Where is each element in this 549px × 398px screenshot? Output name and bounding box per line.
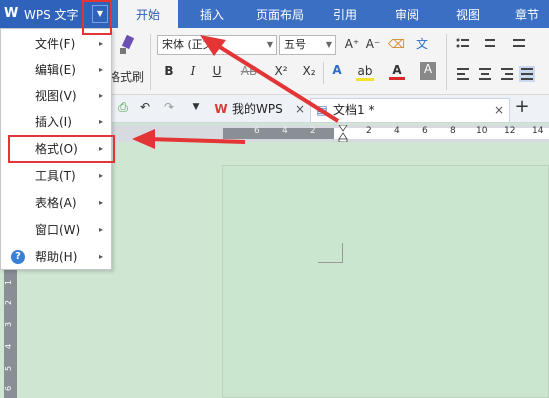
menu-item-label: 插入(I) [35, 115, 72, 129]
ruler-margin-left [223, 128, 334, 139]
tab-view[interactable]: 视图 [446, 0, 490, 28]
ribbon-divider [446, 34, 447, 90]
menu-item-edit[interactable]: 编辑(E) ▸ [1, 57, 111, 83]
submenu-arrow-icon: ▸ [98, 225, 103, 234]
submenu-arrow-icon: ▸ [98, 117, 103, 126]
redo-icon[interactable]: ↷ [162, 100, 176, 114]
vertical-ruler[interactable]: 1 2 3 4 5 6 [4, 270, 17, 398]
font-color-button[interactable]: A [389, 63, 405, 80]
format-painter-icon[interactable] [116, 34, 138, 58]
ruler-tick: 5 [4, 365, 14, 372]
underline-button[interactable]: U [210, 64, 224, 78]
menu-item-table[interactable]: 表格(A) ▸ [1, 190, 111, 216]
submenu-arrow-icon: ▸ [98, 171, 103, 180]
subscript-button[interactable]: X₂ [299, 64, 319, 78]
alignment-icons[interactable] [455, 66, 545, 85]
ruler-tick: 4 [394, 126, 400, 136]
submenu-arrow-icon: ▸ [98, 198, 103, 207]
strikethrough-button[interactable]: AB [240, 64, 258, 78]
tab-sections[interactable]: 章节 [505, 0, 549, 28]
ruler-tick: 6 [4, 385, 14, 392]
page-margin-marker [318, 243, 343, 263]
ruler-tick: 4 [4, 343, 14, 350]
doc-tab-document1[interactable]: ▤ 文档1 * × [310, 98, 510, 122]
menu-item-insert[interactable]: 插入(I) ▸ [1, 109, 111, 135]
wps-logo-icon: W [214, 102, 228, 116]
menu-item-label: 工具(T) [35, 169, 76, 183]
app-title: WPS 文字 [24, 7, 79, 22]
highlight-button[interactable]: ab [356, 64, 374, 81]
ruler-tick: 14 [532, 126, 544, 136]
ribbon-divider [150, 34, 151, 90]
phonetic-guide-button[interactable]: 文 [414, 35, 430, 52]
shrink-font-button[interactable]: A⁻ [364, 37, 382, 51]
indent-marker-icon[interactable] [338, 125, 348, 142]
char-shading-button[interactable]: A [420, 62, 436, 80]
ruler-tick: 6 [422, 126, 428, 136]
ruler-tick: 12 [504, 126, 516, 136]
highlight-box-format [8, 135, 115, 163]
chevron-down-icon: ▼ [266, 40, 273, 49]
ruler-tick: 2 [366, 126, 372, 136]
menu-item-label: 表格(A) [35, 196, 77, 210]
menu-item-help[interactable]: ? 帮助(H) ▸ [1, 244, 111, 270]
highlight-box-dropdown [82, 0, 112, 35]
tab-review[interactable]: 审阅 [385, 0, 429, 28]
wps-logo-icon: W [4, 6, 19, 21]
clear-format-button[interactable]: ⌫ [388, 37, 405, 51]
new-tab-button[interactable]: + [514, 96, 530, 117]
chevron-down-icon[interactable]: ▼ [190, 102, 202, 112]
print-preview-icon[interactable]: ⎙ [116, 100, 130, 115]
close-icon[interactable]: × [494, 99, 504, 121]
menu-item-window[interactable]: 窗口(W) ▸ [1, 217, 111, 243]
italic-button[interactable]: I [186, 64, 200, 78]
ruler-tick: 1 [4, 279, 14, 286]
ribbon-divider [323, 62, 324, 84]
font-size-select[interactable]: 五号 ▼ [279, 35, 336, 55]
undo-icon[interactable]: ↶ [138, 100, 152, 114]
horizontal-ruler[interactable]: 6 4 2 2 4 6 8 10 12 14 [110, 125, 549, 142]
doc-tab-my-wps[interactable]: W 我的WPS × [210, 98, 310, 122]
submenu-arrow-icon: ▸ [98, 252, 103, 261]
ruler-tick: 2 [4, 299, 14, 306]
ruler-tick: 10 [476, 126, 488, 136]
document-page[interactable] [222, 165, 549, 398]
submenu-arrow-icon: ▸ [98, 65, 103, 74]
tab-insert[interactable]: 插入 [190, 0, 234, 28]
doc-tab-label: 文档1 * [333, 103, 375, 117]
font-name-select[interactable]: 宋体 (正文) ▼ [157, 35, 277, 55]
ruler-tick: 3 [4, 321, 14, 328]
close-icon[interactable]: × [295, 98, 305, 120]
tab-page-layout[interactable]: 页面布局 [248, 0, 312, 28]
ruler-tick: 6 [254, 126, 260, 136]
menu-item-label: 文件(F) [35, 37, 76, 51]
menu-item-label: 窗口(W) [35, 223, 81, 237]
menu-item-label: 视图(V) [35, 89, 77, 103]
tab-home[interactable]: 开始 [118, 0, 178, 28]
ruler-tick: 4 [282, 126, 288, 136]
menu-item-label: 编辑(E) [35, 63, 76, 77]
format-painter-label[interactable]: 格式刷 [108, 68, 144, 84]
ruler-tick: 8 [450, 126, 456, 136]
document-icon: ▤ [316, 103, 328, 117]
text-effect-button[interactable]: A [329, 63, 345, 77]
font-name-value: 宋体 (正文) [162, 38, 219, 51]
menu-item-view[interactable]: 视图(V) ▸ [1, 83, 111, 109]
bold-button[interactable]: B [162, 64, 176, 78]
font-size-value: 五号 [284, 38, 306, 51]
paragraph-list-icons[interactable] [455, 36, 545, 55]
grow-font-button[interactable]: A⁺ [343, 37, 361, 51]
menu-item-label: 帮助(H) [35, 250, 78, 264]
help-icon: ? [11, 250, 25, 264]
submenu-arrow-icon: ▸ [98, 91, 103, 100]
menu-item-tools[interactable]: 工具(T) ▸ [1, 163, 111, 189]
chevron-down-icon: ▼ [325, 40, 332, 49]
doc-tab-label: 我的WPS [232, 102, 283, 116]
ruler-tick: 2 [310, 126, 316, 136]
tab-references[interactable]: 引用 [325, 0, 365, 28]
superscript-button[interactable]: X² [271, 64, 291, 78]
